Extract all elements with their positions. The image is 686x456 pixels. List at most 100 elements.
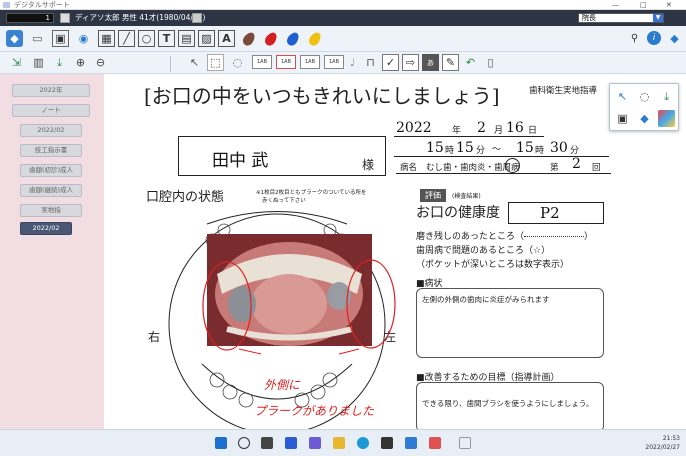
sidebar-item-lab-order[interactable]: 技工指示書 bbox=[20, 144, 82, 157]
patient-id-input[interactable]: 1 bbox=[6, 13, 54, 23]
time-minute-unit-2: 分 bbox=[570, 146, 580, 156]
sidebar-item-year[interactable]: 2022年 bbox=[12, 84, 90, 97]
tooth-icon[interactable]: ◆ bbox=[6, 30, 23, 47]
edge-icon[interactable] bbox=[357, 437, 369, 449]
eval-sub: (検査結果) bbox=[452, 193, 481, 200]
system-clock[interactable]: 21:53 2022/02/27 bbox=[645, 434, 680, 452]
lasso-tool-icon[interactable]: ◌ bbox=[636, 88, 653, 105]
digital-support-taskbar-icon[interactable] bbox=[459, 437, 471, 449]
mic-icon[interactable]: ♩ bbox=[344, 54, 361, 71]
stamp-1-icon[interactable]: 1AB bbox=[252, 55, 272, 69]
zoom-in-icon[interactable]: ⊕ bbox=[72, 54, 89, 71]
tooth-tool-icon[interactable]: ◆ bbox=[636, 110, 653, 127]
brown-drop-icon[interactable] bbox=[240, 29, 257, 48]
label-icon[interactable]: あ bbox=[422, 54, 439, 71]
stamp-4-icon[interactable]: 1AB bbox=[324, 55, 344, 69]
move-icon[interactable]: ⇨ bbox=[402, 54, 419, 71]
visit-suffix: 回 bbox=[592, 163, 601, 173]
start-icon[interactable] bbox=[215, 437, 227, 449]
app-icon bbox=[3, 2, 10, 8]
close-button[interactable]: ✕ bbox=[666, 0, 672, 10]
explorer-icon[interactable] bbox=[333, 437, 345, 449]
screen-tool-icon[interactable]: ▣ bbox=[614, 110, 631, 127]
info-icon[interactable]: i bbox=[647, 31, 661, 45]
print-icon[interactable]: ▥ bbox=[30, 54, 47, 71]
stamp-icon[interactable]: ▤ bbox=[178, 30, 195, 47]
chat-icon[interactable] bbox=[309, 437, 321, 449]
health-label: お口の健康度 bbox=[416, 205, 500, 221]
tooth-view-icon[interactable]: ◉ bbox=[75, 30, 92, 47]
sidebar-item-date[interactable]: 2022/02 bbox=[20, 124, 82, 137]
clock-date: 2022/02/27 bbox=[645, 444, 680, 451]
search-icon[interactable] bbox=[238, 437, 250, 449]
red-drop-icon[interactable] bbox=[262, 29, 279, 48]
trash-icon[interactable]: ▯ bbox=[482, 54, 499, 71]
monitor-icon[interactable]: ▣ bbox=[52, 30, 69, 47]
document-header-right: 歯科衛生実地指導 bbox=[529, 86, 598, 96]
folder-icon[interactable]: ▭ bbox=[29, 30, 46, 47]
pointer-icon[interactable]: ↖ bbox=[186, 54, 203, 71]
maximize-button[interactable]: □ bbox=[640, 0, 647, 10]
store-icon[interactable] bbox=[381, 437, 393, 449]
patient-name: 田中 武 bbox=[212, 151, 269, 171]
save-tool-icon[interactable]: ⤓ bbox=[658, 88, 675, 105]
sidebar-item-selected-date[interactable]: 2022/02 bbox=[20, 222, 72, 235]
label-right: 右 bbox=[148, 330, 161, 344]
text-icon[interactable]: T bbox=[158, 30, 175, 47]
undo-icon[interactable]: ↶ bbox=[462, 54, 479, 71]
app-icon-red[interactable] bbox=[429, 437, 441, 449]
patient-bar: 1 ディアソ太郎 男性 41才(1980/04/21) 院長 ▼ bbox=[0, 10, 686, 26]
visit-number: 2 bbox=[572, 156, 581, 172]
yellow-drop-icon[interactable] bbox=[306, 29, 323, 48]
circle-icon[interactable]: ○ bbox=[138, 30, 155, 47]
sidebar-item-continued[interactable]: 歯額(継続)成人 bbox=[20, 184, 82, 197]
sidebar-item-guidance[interactable]: 実地指 bbox=[20, 204, 82, 217]
sidebar-item-first-visit[interactable]: 歯額(初診)成人 bbox=[20, 164, 82, 177]
check-icon[interactable]: ✓ bbox=[382, 54, 399, 71]
date-month-unit: 月 bbox=[494, 126, 504, 136]
taskview-icon[interactable] bbox=[261, 437, 273, 449]
patient-name-box[interactable] bbox=[178, 136, 386, 176]
role-select[interactable]: 院長 ▼ bbox=[578, 13, 664, 23]
sidebar-item-note[interactable]: ノート bbox=[12, 104, 90, 117]
plaque-marking bbox=[202, 259, 396, 355]
window-titlebar: デジタルサポート — □ ✕ bbox=[0, 0, 686, 10]
stamp-3-icon[interactable]: 1AB bbox=[300, 55, 320, 69]
visit-prefix: 第 bbox=[550, 163, 559, 173]
symptoms-text: 左側の外側の歯肉に炎症がみられます bbox=[422, 295, 550, 304]
select-tool-icon[interactable]: ↖ bbox=[614, 88, 631, 105]
image-icon[interactable]: ▨ bbox=[198, 30, 215, 47]
chevron-down-icon[interactable]: ▼ bbox=[653, 14, 663, 22]
widgets-icon[interactable] bbox=[285, 437, 297, 449]
scan-icon[interactable]: ▦ bbox=[98, 30, 115, 47]
cursor-icon[interactable]: ⬚ bbox=[207, 54, 224, 71]
time-tilde: 〜 bbox=[492, 145, 502, 155]
patient-search-button[interactable] bbox=[60, 13, 70, 23]
time-hour-unit-2: 時 bbox=[535, 146, 545, 156]
time-minute-unit: 分 bbox=[476, 146, 486, 156]
edit-icon[interactable]: ✎ bbox=[442, 54, 459, 71]
zoom-out-icon[interactable]: ⊖ bbox=[92, 54, 109, 71]
minimize-button[interactable]: — bbox=[612, 0, 619, 10]
patient-card-button[interactable] bbox=[192, 13, 202, 23]
tooth-menu-icon[interactable]: ◆ bbox=[666, 30, 683, 47]
legend-pocket: （ポケットが深いところは数字表示） bbox=[416, 260, 570, 270]
clock-time: 21:53 bbox=[662, 435, 680, 442]
pen-icon[interactable]: ╱ bbox=[118, 30, 135, 47]
guidance-document: [お口の中をいつもきれいにしましょう] 歯科衛生実地指導 2022 年 2 月 … bbox=[104, 74, 686, 429]
download-icon[interactable]: ⤓ bbox=[51, 54, 68, 71]
text-a-icon[interactable]: A bbox=[218, 30, 235, 47]
time-start-minute: 15 bbox=[456, 140, 474, 156]
lasso-icon[interactable]: ◌ bbox=[229, 54, 246, 71]
blue-drop-icon[interactable] bbox=[284, 29, 301, 48]
time-end-minute: 30 bbox=[550, 140, 568, 156]
mail-icon[interactable] bbox=[405, 437, 417, 449]
document-title: [お口の中をいつもきれいにしましょう] bbox=[144, 84, 500, 108]
os-taskbar: 21:53 2022/02/27 bbox=[0, 429, 686, 456]
search-icon[interactable]: ⚲ bbox=[626, 30, 643, 47]
date-year: 2022 bbox=[396, 120, 432, 136]
lock-icon[interactable]: ⊓ bbox=[362, 54, 379, 71]
color-tool-icon[interactable] bbox=[658, 110, 675, 127]
import-icon[interactable]: ⇲ bbox=[8, 54, 25, 71]
stamp-2-icon[interactable]: 1AB bbox=[276, 55, 296, 69]
